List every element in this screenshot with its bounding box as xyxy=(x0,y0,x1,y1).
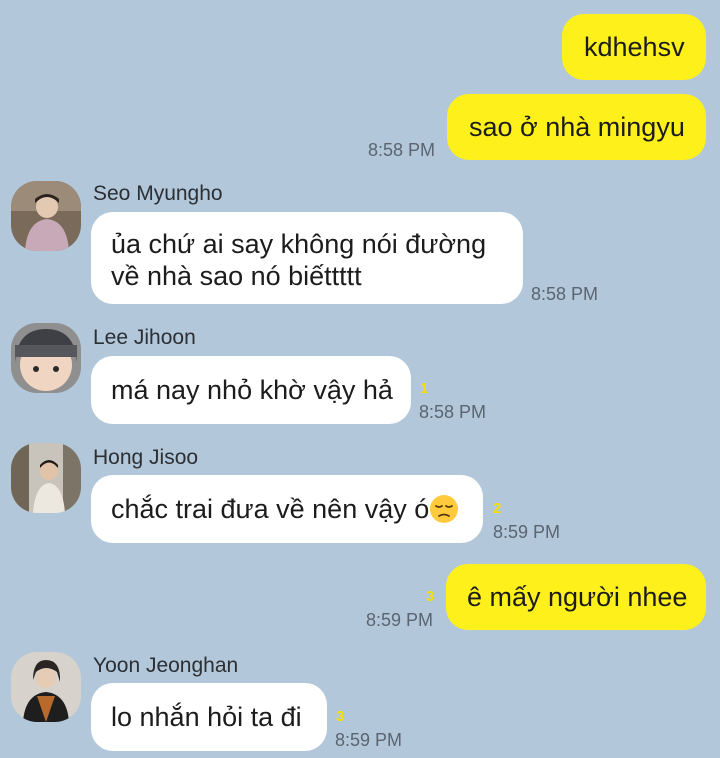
outgoing-message-bubble[interactable]: kdhehsv xyxy=(562,14,706,80)
sender-name: Lee Jihoon xyxy=(93,326,196,349)
unread-count: 1 xyxy=(420,380,429,397)
unread-count: 3 xyxy=(336,708,345,725)
avatar-hong-jisoo[interactable] xyxy=(11,443,81,513)
message-time: 8:58 PM xyxy=(368,140,436,160)
message-text: chắc trai đưa về nên vậy ó xyxy=(111,494,430,524)
avatar-lee-jihoon[interactable] xyxy=(11,323,81,393)
avatar-image xyxy=(11,323,81,393)
message-time: 8:59 PM xyxy=(335,730,403,750)
unread-count: 2 xyxy=(493,500,502,517)
avatar-seo-myungho[interactable] xyxy=(11,181,81,251)
outgoing-message-bubble[interactable]: sao ở nhà mingyu xyxy=(447,94,706,160)
message-text: ê mấy người nhee xyxy=(467,582,688,612)
avatar-image xyxy=(11,181,81,251)
sender-name: Hong Jisoo xyxy=(93,446,199,469)
avatar-yoon-jeonghan[interactable] xyxy=(11,652,81,722)
message-text-line: về nhà sao nó biếttttt xyxy=(111,261,362,291)
message-text: kdhehsv xyxy=(584,32,685,62)
message-text: má nay nhỏ khờ vậy hả xyxy=(111,375,393,405)
unread-count: 3 xyxy=(426,588,435,605)
sender-name: Yoon Jeonghan xyxy=(93,654,239,677)
avatar-image xyxy=(11,652,81,722)
incoming-message-bubble[interactable]: chắc trai đưa về nên vậy ó xyxy=(91,475,483,543)
message-time: 8:59 PM xyxy=(366,610,434,630)
outgoing-message-bubble[interactable]: ê mấy người nhee xyxy=(446,564,706,630)
incoming-message-bubble[interactable]: má nay nhỏ khờ vậy hả xyxy=(91,356,411,424)
message-text: lo nhắn hỏi ta đi xyxy=(111,702,302,732)
incoming-message-bubble[interactable]: lo nhắn hỏi ta đi xyxy=(91,683,327,751)
incoming-message-bubble[interactable]: ủa chứ ai say không nói đường về nhà sao… xyxy=(91,212,523,304)
message-text: sao ở nhà mingyu xyxy=(469,112,685,142)
message-text-line: ủa chứ ai say không nói đường xyxy=(111,229,487,259)
pensive-face-icon xyxy=(429,494,459,524)
message-time: 8:58 PM xyxy=(531,284,599,304)
message-time: 8:59 PM xyxy=(493,522,561,542)
message-time: 8:58 PM xyxy=(419,402,487,422)
sender-name: Seo Myungho xyxy=(93,182,223,205)
avatar-image xyxy=(11,443,81,513)
